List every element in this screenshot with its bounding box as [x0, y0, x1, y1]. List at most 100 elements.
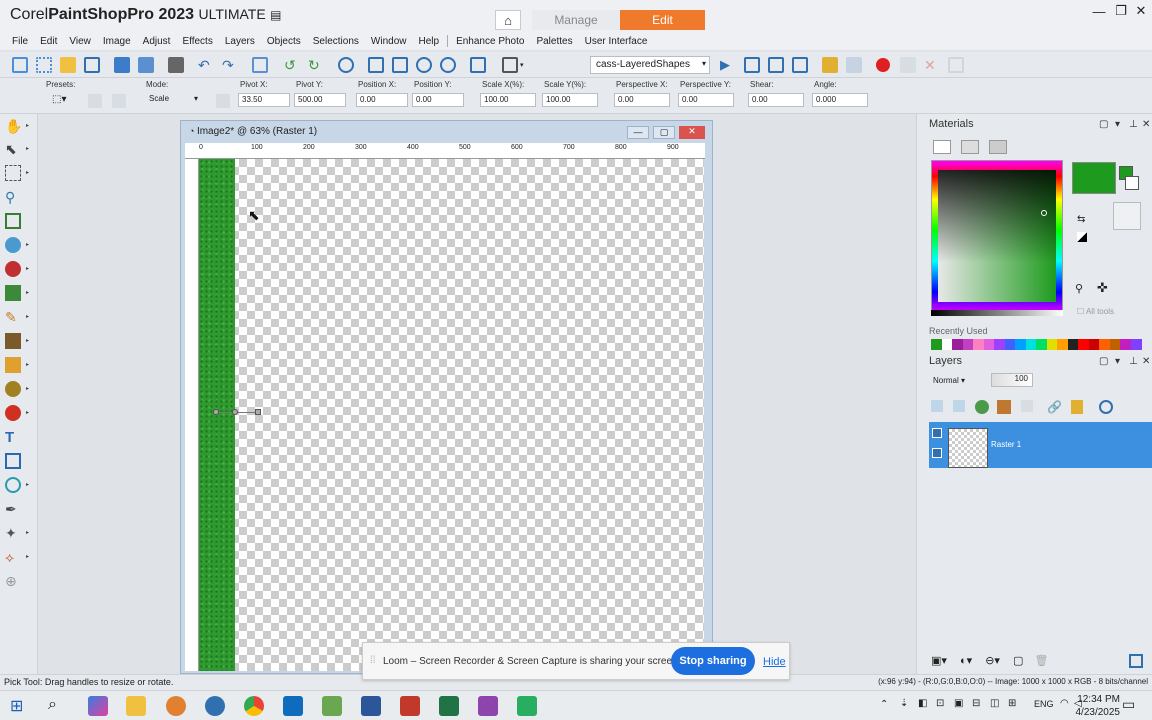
- system-clock[interactable]: 12:34 PM 4/23/2025: [1076, 693, 1121, 719]
- add-tool-icon[interactable]: ⊕: [5, 573, 21, 589]
- new-mask-icon[interactable]: [997, 400, 1011, 414]
- restore-button[interactable]: ❐: [1110, 3, 1132, 19]
- mode-select[interactable]: Scale ▾: [146, 93, 200, 107]
- menu-view[interactable]: View: [69, 36, 91, 47]
- recent-color-swatch[interactable]: [1046, 339, 1058, 350]
- presets-picker-icon[interactable]: ⬚▾: [52, 94, 72, 108]
- scale-x-input[interactable]: 100.00: [480, 93, 536, 107]
- recent-color-swatch[interactable]: [973, 339, 984, 350]
- fit-window-icon[interactable]: [392, 57, 408, 73]
- recent-color-swatch[interactable]: [1088, 339, 1100, 350]
- filezilla-icon[interactable]: [400, 696, 420, 716]
- app-icon-4[interactable]: [517, 696, 537, 716]
- menu-effects[interactable]: Effects: [182, 36, 212, 47]
- crop-tool-icon[interactable]: [5, 213, 21, 229]
- new-from-clipboard-icon[interactable]: [36, 57, 52, 73]
- pan-hand-icon[interactable]: ✋: [5, 118, 22, 134]
- visibility-eye-icon[interactable]: [932, 448, 942, 458]
- swap-colors-icon[interactable]: ⇆: [1077, 214, 1085, 225]
- tool-flyout-arrow[interactable]: ▸: [26, 122, 29, 129]
- tool-flyout-arrow[interactable]: ▸: [26, 289, 29, 296]
- rotate-handle[interactable]: [255, 409, 261, 415]
- layer-properties-icon[interactable]: ▢: [1013, 655, 1023, 667]
- red-eye-icon[interactable]: [5, 261, 21, 277]
- link-layers-icon[interactable]: 🔗: [1047, 400, 1062, 414]
- pivot-handle[interactable]: [213, 409, 219, 415]
- menu-adjust[interactable]: Adjust: [143, 36, 171, 47]
- resize-icon[interactable]: [368, 57, 384, 73]
- new-layer-icon[interactable]: [975, 400, 989, 414]
- tool-flyout-arrow[interactable]: ▸: [26, 361, 29, 368]
- workspace-menu-icon[interactable]: ▤: [270, 8, 281, 22]
- refresh-layers-icon[interactable]: [1099, 400, 1113, 414]
- tray-icon-5[interactable]: ⊟: [972, 698, 980, 709]
- undo-icon[interactable]: ↶: [198, 57, 214, 73]
- side-handle[interactable]: [232, 409, 238, 415]
- run-script-icon[interactable]: ▶: [720, 57, 736, 73]
- redo-icon[interactable]: ↷: [222, 57, 238, 73]
- shear-input[interactable]: 0.00: [748, 93, 804, 107]
- recent-color-swatch[interactable]: [1099, 339, 1110, 350]
- paint-brush-icon[interactable]: ✎: [5, 309, 21, 325]
- saturation-value-picker[interactable]: [938, 170, 1056, 302]
- grayscale-bar[interactable]: [931, 310, 1063, 316]
- background-small-swatch[interactable]: [1125, 176, 1139, 190]
- recent-color-swatch[interactable]: [1004, 339, 1016, 350]
- warp-brush-icon[interactable]: ✦: [5, 525, 21, 541]
- script-folder-icon[interactable]: [822, 57, 838, 73]
- recent-color-swatch[interactable]: [952, 339, 963, 350]
- menu-window[interactable]: Window: [371, 36, 407, 47]
- recent-color-swatch[interactable]: [983, 339, 995, 350]
- app-icon-3[interactable]: [478, 696, 498, 716]
- clone-brush-icon[interactable]: [5, 285, 21, 301]
- tool-flyout-arrow[interactable]: ▸: [26, 409, 29, 416]
- menu-image[interactable]: Image: [103, 36, 131, 47]
- doc-maximize-button[interactable]: ▢: [653, 126, 675, 139]
- paste-dropdown-icon[interactable]: ▾: [520, 61, 536, 77]
- recent-color-swatch[interactable]: [1057, 339, 1068, 350]
- tray-icon-6[interactable]: ◫: [990, 698, 999, 709]
- foreground-color-swatch[interactable]: [1072, 162, 1116, 194]
- tray-chevron-icon[interactable]: ⌃: [880, 699, 888, 710]
- layers-panel-options-icon[interactable]: ▢: [1099, 356, 1108, 367]
- layer-row-raster-1[interactable]: Raster 1: [929, 422, 1152, 468]
- recent-color-swatch[interactable]: [1130, 339, 1142, 350]
- all-tools-checkbox-label[interactable]: ☐ All tools: [1077, 307, 1114, 316]
- scan-icon[interactable]: [84, 57, 100, 73]
- notification-icon[interactable]: ▭: [1122, 696, 1135, 713]
- straighten-tool-icon[interactable]: [5, 237, 21, 253]
- tool-flyout-arrow[interactable]: ▸: [26, 481, 29, 488]
- layers-panel-pin-icon[interactable]: ⊥: [1129, 356, 1138, 367]
- position-x-input[interactable]: 0.00: [356, 93, 408, 107]
- script-list-icon[interactable]: [792, 57, 808, 73]
- zoom-actual-icon[interactable]: [470, 57, 486, 73]
- print-icon[interactable]: [168, 57, 184, 73]
- tray-icon-7[interactable]: ⊞: [1008, 698, 1016, 709]
- panel-close-icon[interactable]: ✕: [1142, 119, 1150, 130]
- layer-mask-icon[interactable]: ▣▾: [931, 655, 947, 667]
- script-tool-icon[interactable]: [768, 57, 784, 73]
- menu-file[interactable]: File: [12, 36, 28, 47]
- outlook-icon[interactable]: [283, 696, 303, 716]
- layer-thumbnail[interactable]: [948, 428, 988, 468]
- tool-flyout-arrow[interactable]: ▸: [26, 385, 29, 392]
- recent-color-swatch[interactable]: [931, 339, 942, 350]
- recent-color-swatch[interactable]: [1036, 339, 1047, 350]
- recent-color-swatch[interactable]: [941, 339, 953, 350]
- word-icon[interactable]: [361, 696, 381, 716]
- dropper-icon[interactable]: ⚲: [5, 189, 21, 205]
- tray-icon-1[interactable]: ⇣: [900, 698, 908, 709]
- minimize-button[interactable]: —: [1088, 3, 1110, 19]
- layers-panel-close-icon[interactable]: ✕: [1142, 356, 1150, 367]
- edit-script-icon[interactable]: [744, 57, 760, 73]
- position-y-input[interactable]: 0.00: [412, 93, 464, 107]
- menu-user-interface[interactable]: User Interface: [585, 36, 648, 47]
- script-preset-select[interactable]: cass-LayeredShapes ▾: [590, 56, 710, 74]
- perspective-y-input[interactable]: 0.00: [678, 93, 734, 107]
- recent-color-swatch[interactable]: [994, 339, 1005, 350]
- menu-palettes[interactable]: Palettes: [536, 36, 572, 47]
- ellipse-tool-icon[interactable]: [5, 477, 21, 493]
- recent-color-swatch[interactable]: [1025, 339, 1037, 350]
- recent-color-swatch[interactable]: [1015, 339, 1026, 350]
- eraser-icon[interactable]: [5, 357, 21, 373]
